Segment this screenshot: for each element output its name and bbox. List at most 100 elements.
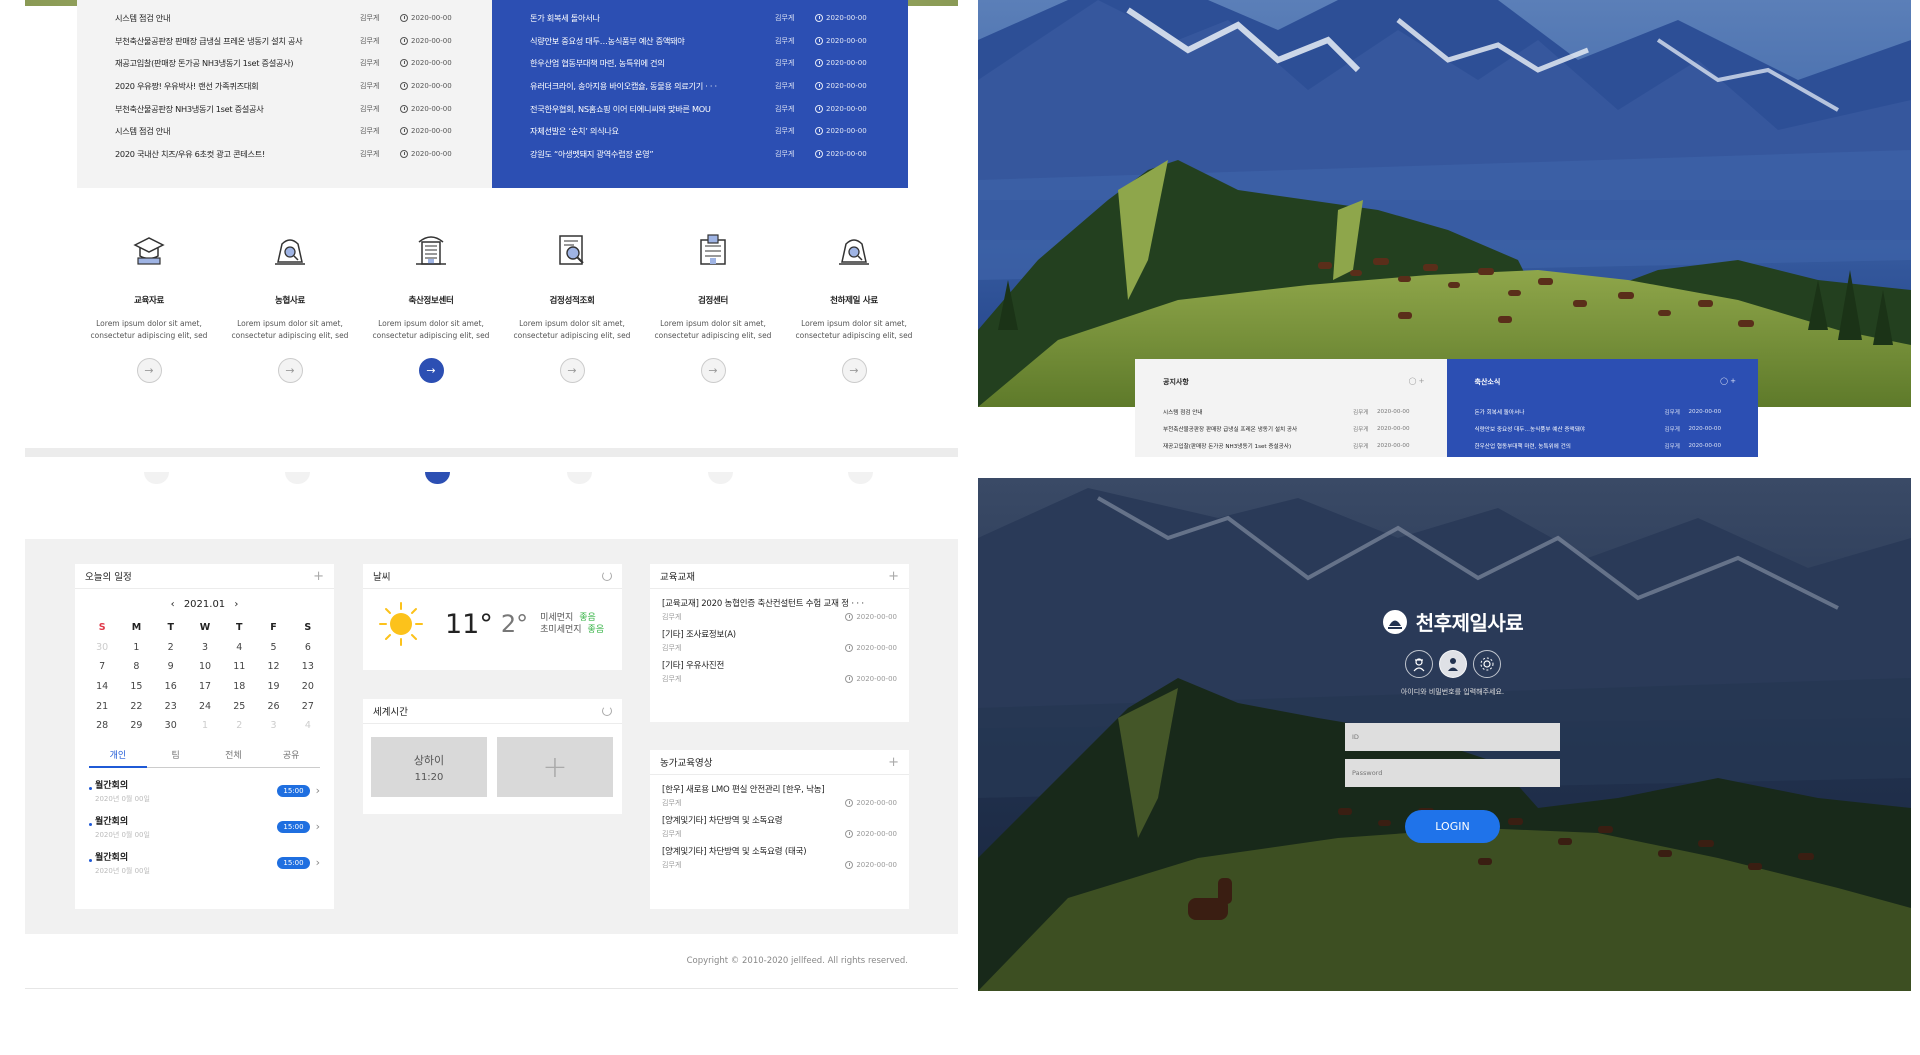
list-item[interactable]: [양계및기타] 차단방역 및 소독요령 김무게 2020-00-00 bbox=[662, 814, 897, 839]
schedule-tab[interactable]: 팀 bbox=[147, 748, 205, 767]
password-input[interactable] bbox=[1345, 759, 1560, 787]
news-title[interactable]: 시스템 점검 안내 bbox=[115, 125, 360, 137]
calendar-day[interactable]: 10 bbox=[188, 657, 222, 677]
arrow-right-icon[interactable]: → bbox=[841, 358, 867, 383]
login-button[interactable]: LOGIN bbox=[1405, 810, 1500, 843]
news-title[interactable]: 2020 우유짱! 우유박사! 랜선 가족퀴즈대회 bbox=[115, 80, 360, 92]
news-title[interactable]: 재공고입찰(판매장 돈가공 NH3냉동기 1set 증설공사) bbox=[115, 57, 360, 69]
schedule-tab[interactable]: 공유 bbox=[262, 748, 320, 767]
preview-row[interactable]: 재공고입찰(판매장 돈가공 NH3냉동기 1set 증설공사) 김무게 2020-0… bbox=[1163, 437, 1425, 454]
list-item[interactable]: [한우] 새로용 LMO 편실 안전관리 [한우, 낙농] 김무게 2020-00-… bbox=[662, 783, 897, 808]
refresh-icon[interactable] bbox=[602, 571, 612, 581]
service-item[interactable]: 농협사료 Lorem ipsum dolor sit amet, consectet… bbox=[220, 230, 360, 383]
calendar-day[interactable]: 30 bbox=[154, 716, 188, 736]
calendar-day[interactable]: 7 bbox=[85, 657, 119, 677]
notice-preview-controls[interactable]: ◯ + bbox=[1409, 377, 1425, 387]
calendar-day[interactable]: 16 bbox=[154, 677, 188, 697]
preview-title[interactable]: 부천축산물공판장 판매장 급냉실 프레온 냉동기 설치 공사 bbox=[1163, 425, 1353, 433]
calendar-day[interactable]: 3 bbox=[188, 638, 222, 658]
news-row[interactable]: 식량안보 중요성 대두…농식품부 예산 증액돼야 김무게 2020-00-00 bbox=[530, 30, 894, 53]
schedule-tab[interactable]: 개인 bbox=[89, 748, 147, 768]
add-schedule-icon[interactable]: + bbox=[313, 569, 324, 584]
list-item[interactable]: [기타] 조사료정보(A) 김무게 2020-00-00 bbox=[662, 628, 897, 653]
preview-row[interactable]: 시스템 점검 안내 김무게 2020-00-00 bbox=[1163, 403, 1425, 420]
service-item[interactable]: 천하제일 사료 Lorem ipsum dolor sit amet, consec… bbox=[784, 230, 924, 383]
calendar-day[interactable]: 18 bbox=[222, 677, 256, 697]
calendar-day[interactable]: 19 bbox=[256, 677, 290, 697]
news-row[interactable]: 2020 국내산 치즈/우유 6초컷 광고 콘테스트! 김무게 2020-00-00 bbox=[115, 143, 478, 166]
calendar-day[interactable]: 4 bbox=[291, 716, 325, 736]
news-title[interactable]: 2020 국내산 치즈/우유 6초컷 광고 콘테스트! bbox=[115, 148, 360, 160]
news-row[interactable]: 강원도 “아생멧돼지 광역수렵장 운영” 김무게 2020-00-00 bbox=[530, 143, 894, 166]
item-title[interactable]: [양계및기타] 차단방역 및 소독요령 (태국) bbox=[662, 845, 897, 857]
calendar-day[interactable]: 1 bbox=[188, 716, 222, 736]
calendar-day[interactable]: 2 bbox=[154, 638, 188, 658]
news-row[interactable]: 부천축산물공판장 NH3냉동기 1set 증설공사 김무게 2020-00-00 bbox=[115, 97, 478, 120]
item-title[interactable]: [한우] 새로용 LMO 편실 안전관리 [한우, 낙농] bbox=[662, 783, 897, 795]
preview-row[interactable]: 한우산업 협동부대책 마련, 농특위에 건의 김무게 2020-00-00 bbox=[1475, 437, 1737, 454]
arrow-right-icon[interactable]: → bbox=[277, 358, 303, 383]
news-row[interactable]: 전국한우협회, NS홈쇼핑 이어 티에니씨와 맞바른 MOU 김무게 2020-00… bbox=[530, 97, 894, 120]
user-role-icon[interactable] bbox=[1438, 650, 1467, 678]
service-item[interactable]: 검정성적조회 Lorem ipsum dolor sit amet, consect… bbox=[502, 230, 642, 383]
news-row[interactable]: 부천축산물공판장 판매장 급냉실 프레온 냉동기 설치 공사 김무게 2020-00… bbox=[115, 30, 478, 53]
preview-title[interactable]: 돈가 회복세 돌아서나 bbox=[1475, 408, 1665, 416]
calendar-day[interactable]: 23 bbox=[154, 696, 188, 716]
service-item[interactable]: 검정센터 Lorem ipsum dolor sit amet, consectet… bbox=[643, 230, 783, 383]
arrow-right-icon[interactable]: → bbox=[418, 358, 444, 383]
news-row[interactable]: 자체선발은 ‘순치’ 의식나요 김무게 2020-00-00 bbox=[530, 120, 894, 143]
next-month-icon[interactable]: › bbox=[234, 599, 238, 610]
calendar-day[interactable]: 24 bbox=[188, 696, 222, 716]
arrow-right-icon[interactable]: → bbox=[136, 358, 162, 383]
calendar-day[interactable]: 3 bbox=[256, 716, 290, 736]
more-icon[interactable]: + bbox=[888, 755, 899, 770]
calendar-day[interactable]: 27 bbox=[291, 696, 325, 716]
calendar-day[interactable]: 8 bbox=[119, 657, 153, 677]
news-row[interactable]: 시스템 점검 안내 김무게 2020-00-00 bbox=[115, 7, 478, 30]
calendar-day[interactable]: 1 bbox=[119, 638, 153, 658]
news-title[interactable]: 유러더크라이, 송아지용 바이오캡슐, 동물용 의료기기 · · · bbox=[530, 80, 775, 92]
news-row[interactable]: 한우산업 협동부대책 마련, 농특위에 건의 김무게 2020-00-00 bbox=[530, 52, 894, 75]
calendar-day[interactable]: 11 bbox=[222, 657, 256, 677]
event-item[interactable]: 월간회의 2020년 0월 00일 15:00 › bbox=[89, 814, 320, 840]
list-item[interactable]: [기타] 우유사진전 김무게 2020-00-00 bbox=[662, 659, 897, 684]
settings-role-icon[interactable] bbox=[1472, 650, 1501, 678]
news-title[interactable]: 부천축산물공판장 판매장 급냉실 프레온 냉동기 설치 공사 bbox=[115, 35, 360, 47]
schedule-tab[interactable]: 전체 bbox=[205, 748, 263, 767]
news-row[interactable]: 시스템 점검 안내 김무게 2020-00-00 bbox=[115, 120, 478, 143]
calendar-day[interactable]: 22 bbox=[119, 696, 153, 716]
news-title[interactable]: 자체선발은 ‘순치’ 의식나요 bbox=[530, 125, 775, 137]
news-title[interactable]: 전국한우협회, NS홈쇼핑 이어 티에니씨와 맞바른 MOU bbox=[530, 103, 775, 115]
calendar-day[interactable]: 26 bbox=[256, 696, 290, 716]
prev-month-icon[interactable]: ‹ bbox=[171, 599, 175, 610]
service-item[interactable]: 교육자료 Lorem ipsum dolor sit amet, consectet… bbox=[79, 230, 219, 383]
calendar-day[interactable]: 21 bbox=[85, 696, 119, 716]
calendar-day[interactable]: 20 bbox=[291, 677, 325, 697]
farmer-role-icon[interactable] bbox=[1404, 650, 1433, 678]
news-row[interactable]: 돈가 회복세 돌아서나 김무게 2020-00-00 bbox=[530, 7, 894, 30]
news-row[interactable]: 재공고입찰(판매장 돈가공 NH3냉동기 1set 증설공사) 김무게 2020-0… bbox=[115, 52, 478, 75]
news-row[interactable]: 유러더크라이, 송아지용 바이오캡슐, 동물용 의료기기 · · · 김무게 202… bbox=[530, 75, 894, 98]
calendar-day[interactable]: 13 bbox=[291, 657, 325, 677]
calendar-day[interactable]: 6 bbox=[291, 638, 325, 658]
item-title[interactable]: [양계및기타] 차단방역 및 소독요령 bbox=[662, 814, 897, 826]
item-title[interactable]: [기타] 우유사진전 bbox=[662, 659, 897, 671]
news-row[interactable]: 2020 우유짱! 우유박사! 랜선 가족퀴즈대회 김무게 2020-00-00 bbox=[115, 75, 478, 98]
calendar-day[interactable]: 15 bbox=[119, 677, 153, 697]
chevron-right-icon[interactable]: › bbox=[316, 820, 320, 833]
calendar-day[interactable]: 14 bbox=[85, 677, 119, 697]
calendar-day[interactable]: 17 bbox=[188, 677, 222, 697]
preview-title[interactable]: 한우산업 협동부대책 마련, 농특위에 건의 bbox=[1475, 442, 1665, 450]
preview-title[interactable]: 재공고입찰(판매장 돈가공 NH3냉동기 1set 증설공사) bbox=[1163, 442, 1353, 450]
item-title[interactable]: [기타] 조사료정보(A) bbox=[662, 628, 897, 640]
preview-row[interactable]: 돈가 회복세 돌아서나 김무게 2020-00-00 bbox=[1475, 403, 1737, 420]
refresh-icon[interactable] bbox=[602, 706, 612, 716]
news-title[interactable]: 식량안보 중요성 대두…농식품부 예산 증액돼야 bbox=[530, 35, 775, 47]
arrow-right-icon[interactable]: → bbox=[559, 358, 585, 383]
calendar-day[interactable]: 28 bbox=[85, 716, 119, 736]
event-item[interactable]: 월간회의 2020년 0월 00일 15:00 › bbox=[89, 850, 320, 876]
list-item[interactable]: [교육교재] 2020 농협인증 축산컨설턴트 수험 교재 정 · · · 김무게… bbox=[662, 597, 897, 622]
list-item[interactable]: [양계및기타] 차단방역 및 소독요령 (태국) 김무게 2020-00-00 bbox=[662, 845, 897, 870]
add-city-button[interactable]: + bbox=[497, 737, 613, 797]
news-title[interactable]: 시스템 점검 안내 bbox=[115, 12, 360, 24]
